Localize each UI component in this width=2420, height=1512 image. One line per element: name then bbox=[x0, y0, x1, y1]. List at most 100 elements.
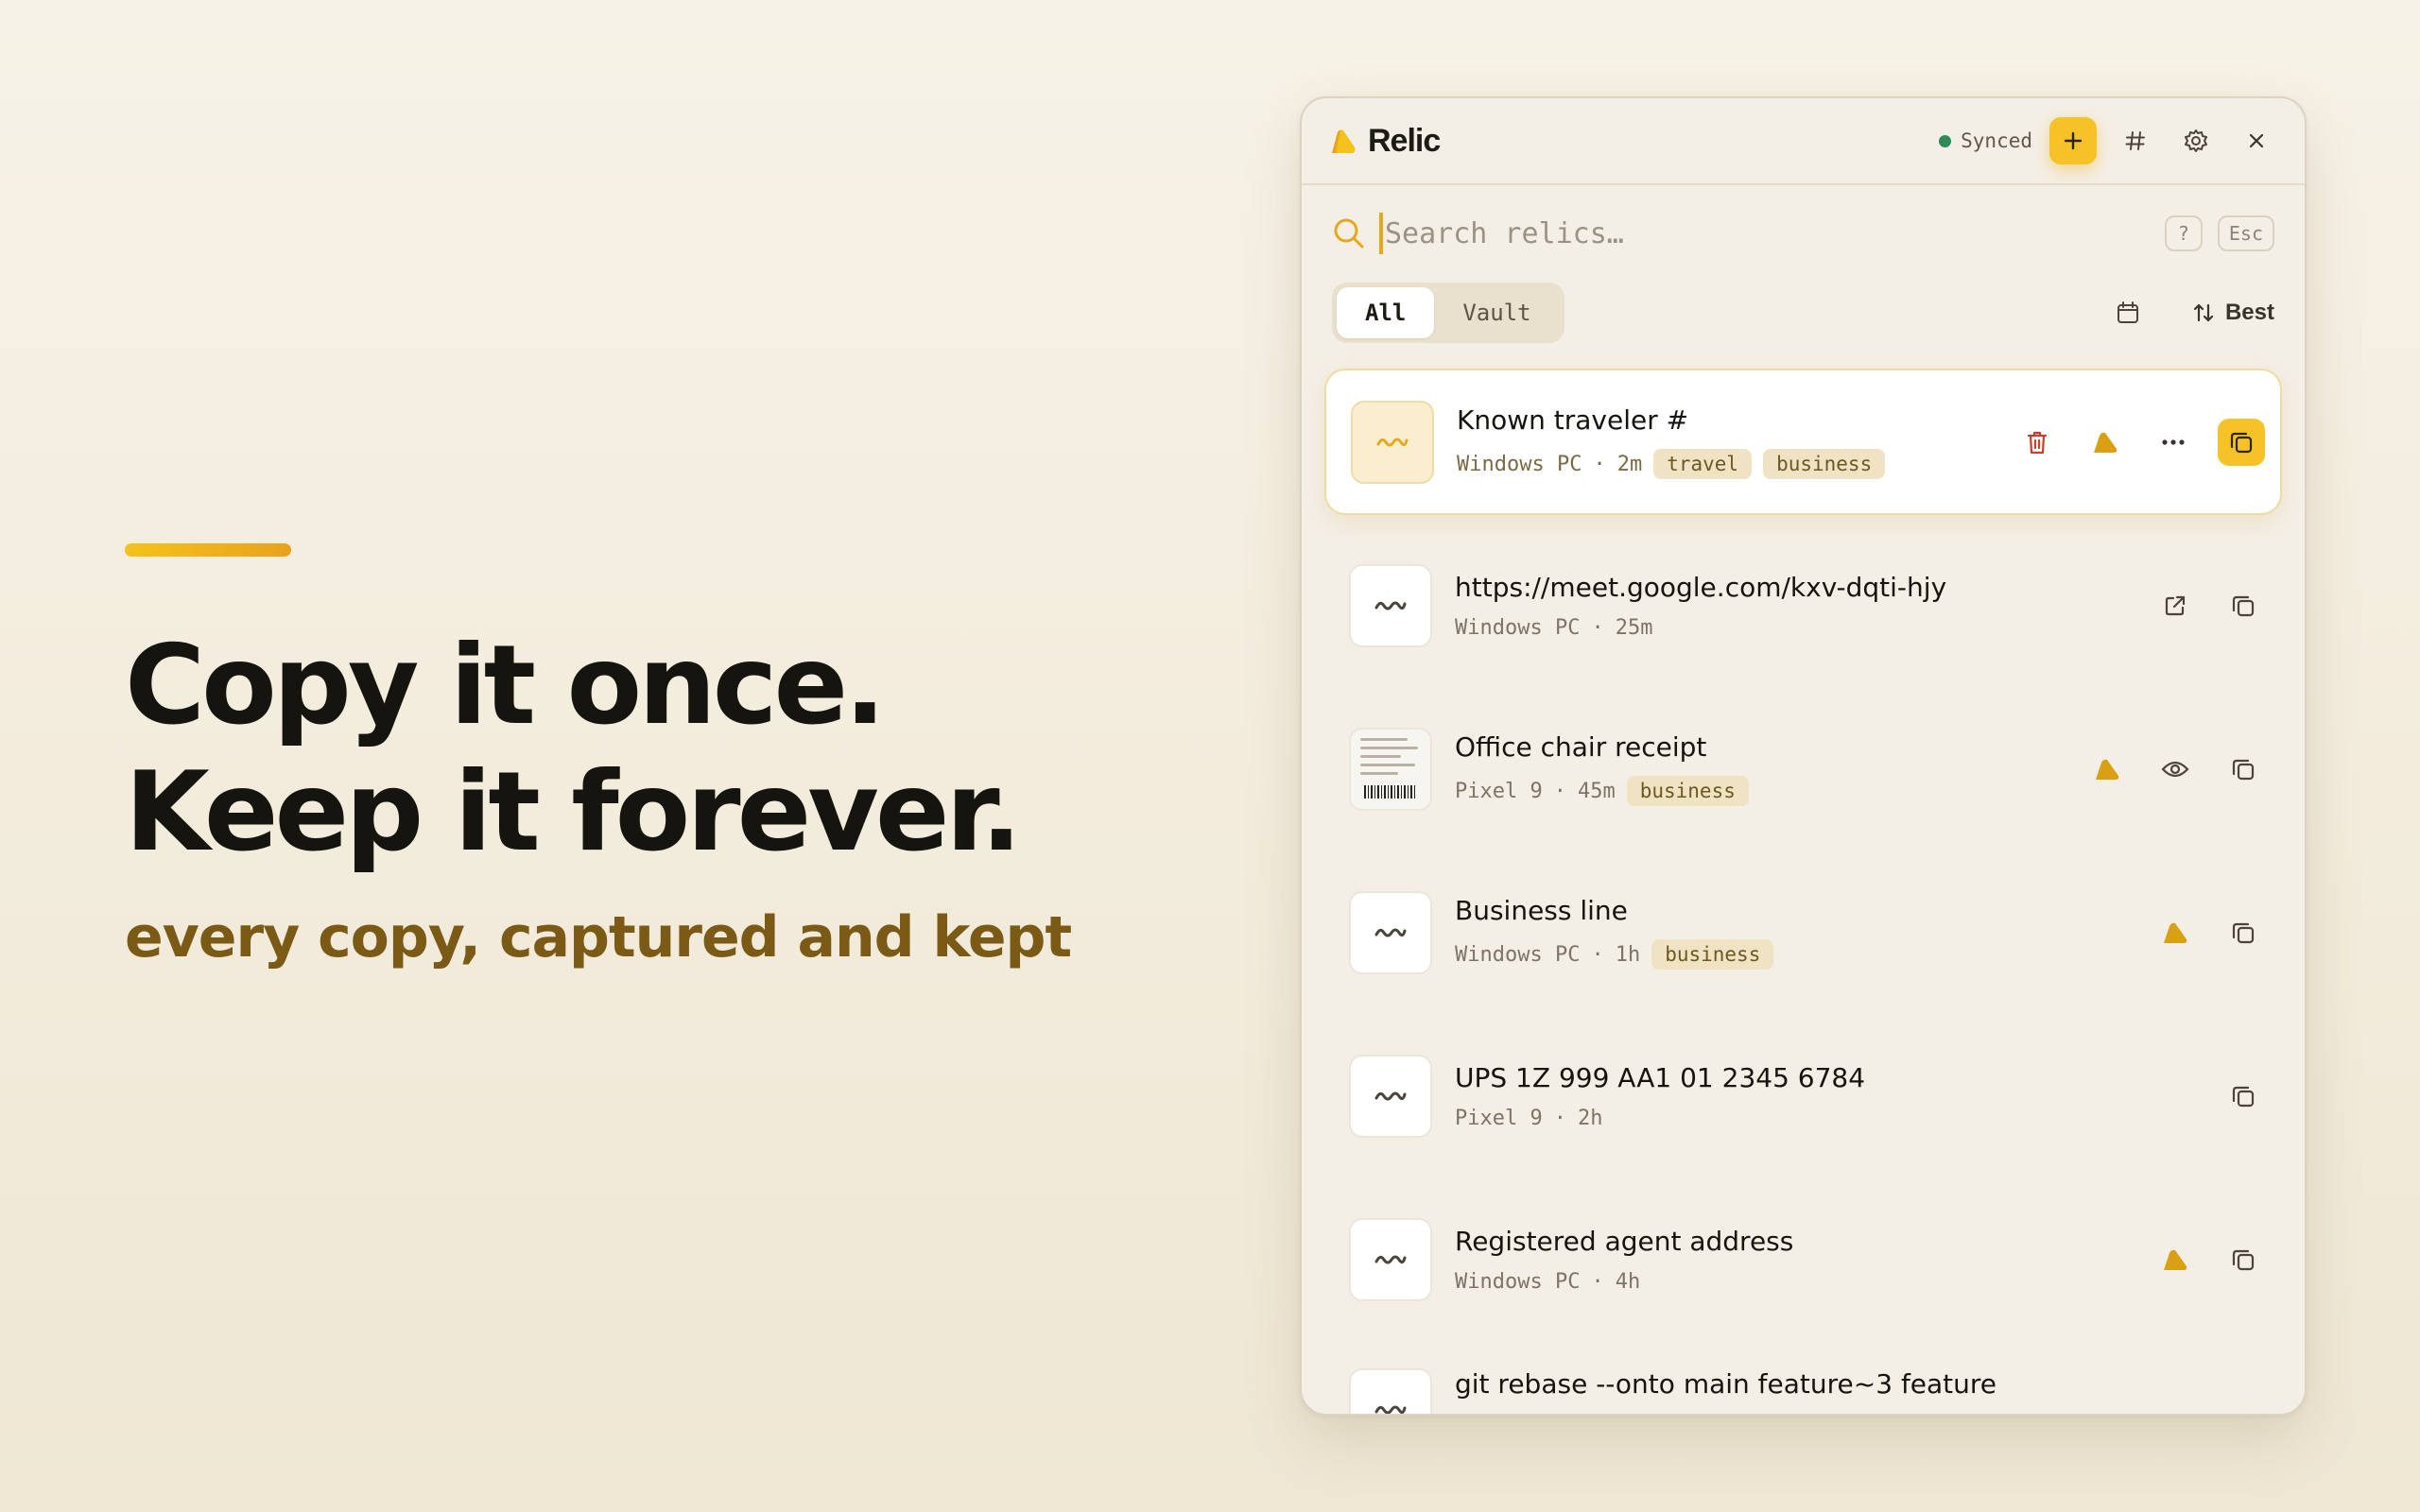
relic-vault-icon bbox=[2094, 432, 2118, 453]
relic-list: Known traveler # Windows PC · 2m travel … bbox=[1302, 344, 2305, 1414]
search-input[interactable] bbox=[1379, 213, 2150, 254]
list-item[interactable]: Known traveler # Windows PC · 2m travel … bbox=[1324, 369, 2282, 515]
item-age: 25m bbox=[1615, 615, 1653, 640]
item-title: Registered agent address bbox=[1455, 1225, 1794, 1257]
tab-vault[interactable]: Vault bbox=[1434, 287, 1559, 338]
item-age: 45m bbox=[1577, 779, 1616, 803]
meta-separator: · bbox=[1553, 1106, 1566, 1130]
list-item[interactable]: Registered agent address Windows PC · 4h bbox=[1324, 1186, 2282, 1332]
date-filter-button[interactable] bbox=[2106, 291, 2150, 335]
gear-icon bbox=[2185, 129, 2207, 152]
sort-arrows-icon bbox=[2193, 303, 2214, 322]
more-button[interactable] bbox=[2150, 419, 2197, 466]
copy-icon bbox=[2232, 922, 2255, 943]
meta-separator: · bbox=[1591, 1269, 1604, 1294]
sync-dot-icon bbox=[1939, 134, 1952, 147]
tag-chip[interactable]: travel bbox=[1653, 449, 1753, 479]
vault-button[interactable] bbox=[2152, 909, 2199, 956]
list-item[interactable]: Office chair receipt Pixel 9 · 45m busin… bbox=[1324, 696, 2282, 842]
vault-button[interactable] bbox=[2152, 1236, 2199, 1283]
sync-status: Synced bbox=[1939, 129, 2032, 152]
tags-button[interactable] bbox=[2114, 119, 2157, 163]
item-age: 2h bbox=[1577, 1106, 1603, 1130]
text-clip-icon bbox=[1349, 1217, 1432, 1301]
search-icon bbox=[1334, 218, 1364, 249]
close-button[interactable] bbox=[2235, 119, 2278, 163]
copy-button[interactable] bbox=[2220, 746, 2267, 793]
list-item[interactable]: UPS 1Z 999 AA1 01 2345 6784 Pixel 9 · 2h bbox=[1324, 1022, 2282, 1169]
item-title: UPS 1Z 999 AA1 01 2345 6784 bbox=[1455, 1061, 1866, 1093]
tag-chip[interactable]: business bbox=[1651, 939, 1774, 970]
ellipsis-icon bbox=[2162, 438, 2185, 445]
list-item[interactable]: git rebase --onto main feature~3 feature bbox=[1324, 1349, 2282, 1414]
text-clip-icon bbox=[1349, 890, 1432, 974]
help-key[interactable]: ? bbox=[2164, 215, 2203, 251]
meta-separator: · bbox=[1591, 942, 1604, 967]
view-segmented-control: All Vault bbox=[1332, 283, 1564, 343]
close-icon bbox=[2249, 133, 2264, 148]
external-link-icon bbox=[2165, 595, 2186, 615]
accent-bar bbox=[125, 543, 291, 557]
trash-icon bbox=[2027, 431, 2048, 454]
settings-button[interactable] bbox=[2174, 119, 2218, 163]
logo: Relic bbox=[1328, 122, 1441, 160]
item-device: Pixel 9 bbox=[1455, 1106, 1543, 1130]
tag-chip[interactable]: business bbox=[1763, 449, 1886, 479]
list-item[interactable]: Business line Windows PC · 1h business bbox=[1324, 859, 2282, 1005]
item-title: git rebase --onto main feature~3 feature bbox=[1455, 1368, 1997, 1400]
sync-label: Synced bbox=[1961, 129, 2032, 152]
copy-button[interactable] bbox=[2220, 1073, 2267, 1120]
hash-icon bbox=[2125, 131, 2145, 150]
delete-button[interactable] bbox=[2014, 419, 2061, 466]
meta-separator: · bbox=[1591, 615, 1604, 640]
relic-vault-icon bbox=[2164, 1249, 2187, 1270]
relic-logo-icon bbox=[1328, 127, 1358, 155]
titlebar: Relic Synced bbox=[1302, 98, 2305, 185]
item-title: Office chair receipt bbox=[1455, 731, 1707, 763]
vault-button[interactable] bbox=[2082, 419, 2129, 466]
tab-all[interactable]: All bbox=[1337, 287, 1435, 338]
copy-icon bbox=[2230, 432, 2253, 453]
item-title: https://meet.google.com/kxv-dqti-hjy bbox=[1455, 571, 1947, 603]
sort-label: Best bbox=[2224, 300, 2274, 325]
item-device: Windows PC bbox=[1455, 942, 1581, 967]
filter-bar: All Vault Best bbox=[1302, 282, 2305, 344]
hero: Copy it once. Keep it forever. every cop… bbox=[125, 543, 1165, 971]
relic-vault-icon bbox=[2096, 759, 2119, 780]
open-link-button[interactable] bbox=[2152, 582, 2199, 629]
copy-icon bbox=[2232, 595, 2255, 616]
copy-button[interactable] bbox=[2220, 582, 2267, 629]
text-clip-icon bbox=[1349, 1368, 1432, 1414]
copy-icon bbox=[2232, 1249, 2255, 1270]
item-title: Business line bbox=[1455, 895, 1628, 926]
text-clip-icon bbox=[1351, 400, 1434, 484]
item-title: Known traveler # bbox=[1457, 404, 1689, 436]
calendar-icon bbox=[2117, 301, 2138, 323]
tag-chip[interactable]: business bbox=[1626, 776, 1749, 806]
meta-separator: · bbox=[1553, 779, 1566, 803]
headline: Copy it once. Keep it forever. bbox=[125, 623, 1165, 876]
headline-line-2: Keep it forever. bbox=[125, 748, 1022, 876]
eye-icon bbox=[2161, 761, 2189, 777]
preview-button[interactable] bbox=[2152, 746, 2199, 793]
meta-separator: · bbox=[1593, 452, 1606, 476]
sort-button[interactable]: Best bbox=[2191, 300, 2274, 326]
esc-key[interactable]: Esc bbox=[2217, 215, 2274, 251]
list-item[interactable]: https://meet.google.com/kxv-dqti-hjy Win… bbox=[1324, 532, 2282, 679]
text-clip-icon bbox=[1349, 563, 1432, 647]
relic-vault-icon bbox=[2164, 922, 2187, 943]
item-age: 4h bbox=[1615, 1269, 1641, 1294]
copy-button[interactable] bbox=[2218, 418, 2265, 466]
plus-icon bbox=[2064, 131, 2083, 150]
item-age: 2m bbox=[1616, 452, 1643, 476]
search-bar: ? Esc bbox=[1302, 185, 2305, 282]
copy-button[interactable] bbox=[2220, 909, 2267, 956]
copy-button[interactable] bbox=[2220, 1236, 2267, 1283]
item-device: Windows PC bbox=[1455, 1269, 1581, 1294]
app-title: Relic bbox=[1368, 122, 1441, 159]
vault-button[interactable] bbox=[2083, 746, 2131, 793]
item-device: Windows PC bbox=[1457, 452, 1582, 476]
add-button[interactable] bbox=[2049, 117, 2097, 164]
copy-icon bbox=[2232, 1086, 2255, 1107]
subline: every copy, captured and kept bbox=[125, 904, 1072, 971]
